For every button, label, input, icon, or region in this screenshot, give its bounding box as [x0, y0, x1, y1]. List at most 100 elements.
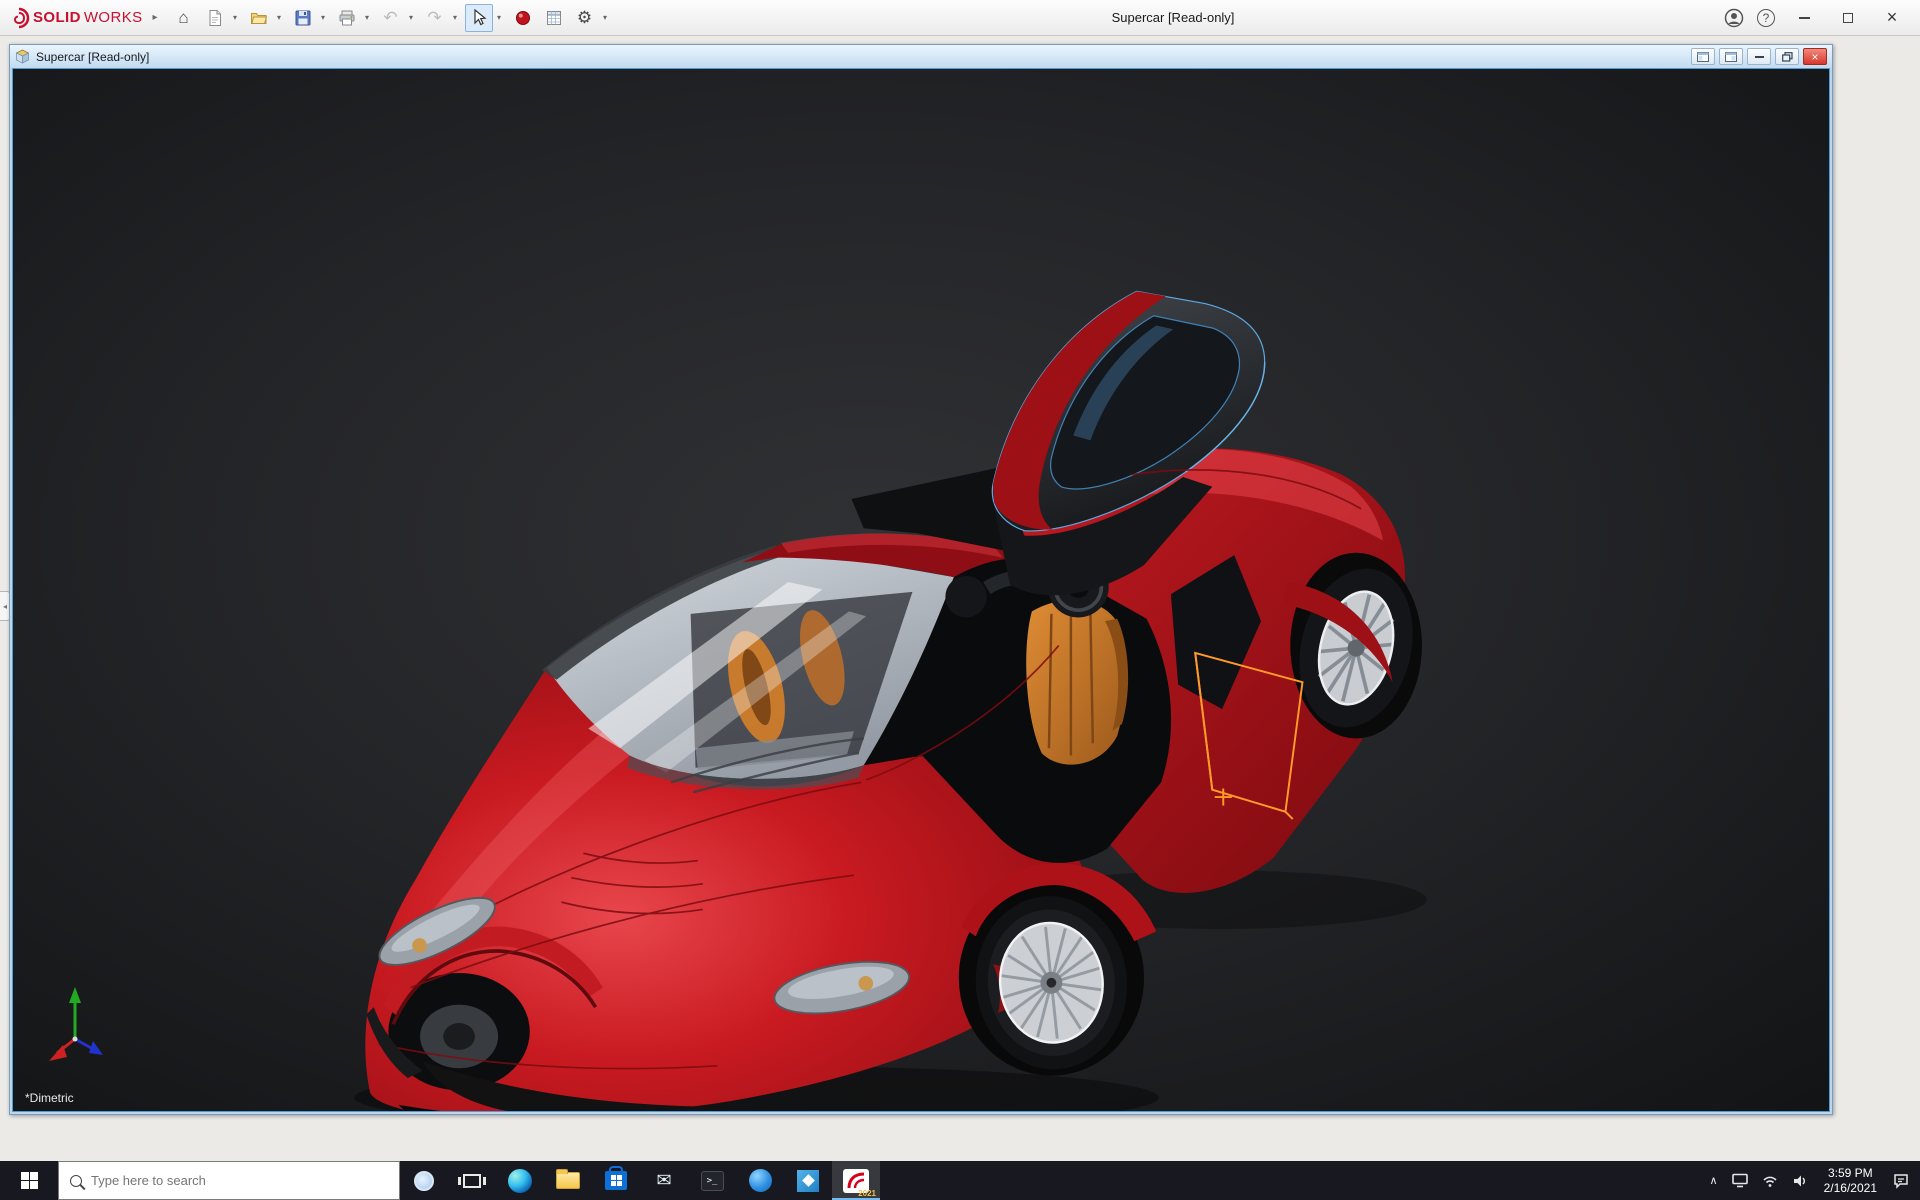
clock-time: 3:59 PM [1827, 1165, 1873, 1180]
triad-y-axis [69, 987, 81, 1003]
store-button[interactable] [592, 1161, 640, 1200]
mail-icon: ✉ [656, 1170, 672, 1190]
app-minimize-button[interactable] [1782, 0, 1826, 36]
doc-tile-window-button[interactable] [1691, 48, 1715, 65]
options-button[interactable]: ⚙ [571, 4, 599, 32]
brand-solid-text: SOLID [33, 9, 81, 26]
store-icon [605, 1166, 627, 1190]
search-input[interactable] [91, 1173, 388, 1188]
evaluate-sheet-icon [546, 10, 561, 25]
photos-icon [797, 1169, 819, 1192]
car-3d-model[interactable] [13, 69, 1829, 1111]
maximize-icon [1843, 12, 1853, 23]
start-button[interactable] [0, 1161, 58, 1200]
doc-minimize-button[interactable] [1747, 48, 1771, 65]
display-tray-button[interactable] [1725, 1161, 1755, 1200]
mdi-area: ◂ Supercar [Read-only] × *Dimetric [0, 37, 1920, 1161]
new-document-button[interactable] [201, 4, 229, 32]
windows-taskbar: ✉ >_ 2021 ∧ [0, 1161, 1920, 1200]
redo-button[interactable]: ↷ [421, 4, 449, 32]
edge-icon [508, 1168, 532, 1193]
solidworks-taskbar-button[interactable]: 2021 [832, 1161, 880, 1200]
network-tray-button[interactable] [1755, 1161, 1785, 1200]
home-button[interactable]: ⌂ [170, 4, 198, 32]
new-document-icon [209, 9, 221, 26]
taskbar-clock[interactable]: 3:59 PM 2/16/2021 [1815, 1166, 1886, 1196]
action-center-icon [1894, 1173, 1908, 1189]
close-icon: × [1886, 7, 1898, 27]
file-explorer-button[interactable] [544, 1161, 592, 1200]
print-icon [339, 10, 355, 25]
user-avatar-icon [1724, 8, 1744, 27]
undo-button[interactable]: ↶ [377, 4, 405, 32]
taskbar-search[interactable] [58, 1161, 400, 1200]
save-icon [295, 10, 311, 25]
dropdown-arrow-icon[interactable]: ▾ [599, 4, 612, 32]
orientation-triad [49, 987, 103, 1061]
help-icon: ? [1757, 8, 1775, 27]
tile-window-icon [1697, 51, 1709, 62]
select-tool-button[interactable] [464, 3, 493, 32]
cortana-icon [414, 1170, 434, 1191]
app-title: Supercar [Read-only] [1111, 10, 1235, 25]
minimize-icon [1798, 16, 1810, 19]
dropdown-arrow-icon[interactable]: ▾ [405, 4, 418, 32]
edge-button[interactable] [496, 1161, 544, 1200]
mail-button[interactable]: ✉ [640, 1161, 688, 1200]
dropdown-arrow-icon[interactable]: ▾ [273, 4, 286, 32]
doc-restore-button[interactable] [1775, 48, 1799, 65]
windows-logo-icon [20, 1172, 38, 1189]
app-titlebar: SOLID WORKS ▸ ⌂ ▾ ▾ ▾ ▾ ↶ ▾ ↷ ▾ ▾ ⚙ ▾ Su… [0, 0, 1920, 36]
cascade-window-icon [1725, 51, 1737, 62]
volume-icon [1793, 1175, 1805, 1186]
dropdown-arrow-icon[interactable]: ▾ [229, 4, 242, 32]
browser-button[interactable] [736, 1161, 784, 1200]
save-button[interactable] [289, 4, 317, 32]
solidworks-version-badge: 2021 [858, 1189, 876, 1198]
caret-icon: ∧ [1709, 1175, 1718, 1187]
triad-z-axis [89, 1041, 103, 1055]
action-center-button[interactable] [1886, 1161, 1916, 1200]
task-view-button[interactable] [448, 1161, 496, 1200]
console-button[interactable]: >_ [688, 1161, 736, 1200]
viewport-3d[interactable]: *Dimetric [12, 68, 1830, 1112]
hidden-icons-button[interactable]: ∧ [1703, 1161, 1725, 1200]
open-folder-icon [250, 12, 267, 24]
document-title: Supercar [Read-only] [36, 49, 150, 64]
evaluate-sheet-button[interactable] [540, 4, 568, 32]
menu-expand-icon[interactable]: ▸ [153, 12, 158, 23]
photos-button[interactable] [784, 1161, 832, 1200]
dropdown-arrow-icon[interactable]: ▾ [449, 4, 462, 32]
volume-tray-button[interactable] [1785, 1161, 1815, 1200]
help-button[interactable]: ? [1750, 4, 1782, 32]
document-window: Supercar [Read-only] × *Dimetric [9, 44, 1833, 1115]
document-titlebar[interactable]: Supercar [Read-only] × [10, 45, 1832, 68]
undo-icon: ↶ [383, 7, 398, 27]
doc-close-button[interactable]: × [1803, 48, 1827, 65]
system-tray: ∧ 3:59 PM 2/16/2021 [1703, 1161, 1920, 1200]
task-view-icon [458, 1173, 486, 1188]
view-orientation-label: *Dimetric [25, 1091, 74, 1105]
browser-icon [748, 1169, 772, 1192]
app-maximize-button[interactable] [1826, 0, 1870, 36]
3d-sphere-button[interactable] [509, 4, 537, 32]
file-explorer-icon [556, 1169, 580, 1189]
brand-works-text: WORKS [83, 9, 143, 26]
3d-sphere-icon [515, 10, 530, 25]
dropdown-arrow-icon[interactable]: ▾ [317, 4, 330, 32]
dropdown-arrow-icon[interactable]: ▾ [361, 4, 374, 32]
gear-icon: ⚙ [576, 7, 593, 27]
open-button[interactable] [245, 4, 273, 32]
account-button[interactable] [1718, 4, 1750, 32]
close-icon: × [1811, 49, 1819, 64]
doc-cascade-window-button[interactable] [1719, 48, 1743, 65]
search-icon [70, 1174, 82, 1187]
redo-icon: ↷ [427, 7, 442, 27]
network-icon [1763, 1176, 1777, 1187]
console-icon: >_ [700, 1170, 724, 1191]
cortana-button[interactable] [400, 1161, 448, 1200]
dropdown-arrow-icon[interactable]: ▾ [493, 4, 506, 32]
display-icon [1731, 1173, 1748, 1188]
print-button[interactable] [333, 4, 361, 32]
app-close-button[interactable]: × [1870, 0, 1914, 36]
